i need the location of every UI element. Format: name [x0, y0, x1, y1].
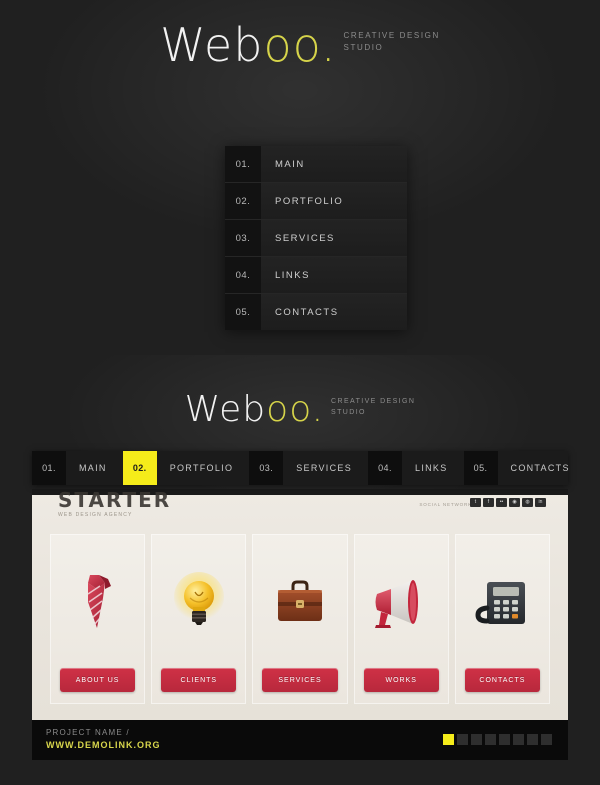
logo-tagline-line1: Creative Design [331, 398, 416, 405]
vertical-nav-label: Links [275, 269, 310, 281]
vertical-nav-number: 04. [225, 257, 261, 293]
logo-text-white: Web [184, 389, 267, 430]
logo-dot: . [311, 389, 325, 430]
horizontal-nav-item-services[interactable]: 03. Services [249, 451, 368, 485]
logo-tagline: Creative Design Studio [331, 392, 415, 419]
telephone-icon [455, 564, 550, 642]
horizontal-nav: 01. Main 02. Portfolio 03. Services 04. … [32, 451, 568, 485]
megaphone-icon [354, 564, 449, 642]
vertical-nav-number: 01. [225, 146, 261, 182]
pagination-dot-7[interactable] [527, 734, 538, 745]
preview-card-works[interactable]: Works [353, 534, 449, 704]
vertical-nav: 01. Main 02. Portfolio 03. Services 04. … [225, 146, 407, 330]
vertical-nav-label: Portfolio [275, 195, 344, 207]
horizontal-nav-label: Services [296, 463, 353, 473]
contacts-button-label: Contacts [479, 676, 526, 684]
preview-site-logo-text: STARTER [58, 489, 172, 512]
vertical-nav-label: Services [275, 232, 335, 244]
site-preview[interactable]: STARTER Web Design Agency Social Network… [32, 489, 568, 720]
about-us-button-label: About Us [75, 676, 120, 684]
twitter-icon[interactable]: t [470, 498, 481, 507]
horizontal-nav-item-contacts[interactable]: 05. Contacts [463, 451, 586, 485]
briefcase-icon [252, 564, 347, 642]
horizontal-nav-item-portfolio[interactable]: 02. Portfolio [122, 451, 250, 485]
pagination-dot-5[interactable] [499, 734, 510, 745]
pagination-dot-8[interactable] [541, 734, 552, 745]
flickr-icon[interactable]: •• [496, 498, 507, 507]
horizontal-nav-item-links[interactable]: 04. Links [368, 451, 464, 485]
vertical-nav-label: Main [275, 158, 305, 170]
vertical-nav-item-links[interactable]: 04. Links [225, 257, 407, 294]
contacts-button[interactable]: Contacts [464, 668, 541, 692]
preview-footer: Project Name / www.demolink.org [32, 720, 568, 760]
preview-site-logo: STARTER Web Design Agency [58, 490, 171, 518]
vertical-nav-item-main[interactable]: 01. Main [225, 146, 407, 183]
horizontal-nav-item-main[interactable]: 01. Main [32, 451, 123, 485]
preview-card-contacts[interactable]: Contacts [454, 534, 551, 704]
preview-header: STARTER Web Design Agency Social Network… [32, 490, 568, 519]
vertical-nav-number: 02. [225, 183, 261, 219]
horizontal-nav-number: 04. [368, 451, 403, 485]
preview-card-clients[interactable]: Clients [151, 534, 247, 704]
lightbulb-icon [151, 564, 246, 642]
pagination-dot-3[interactable] [471, 734, 482, 745]
facebook-icon[interactable]: f [483, 498, 494, 507]
template-preview-page: Weboo. Creative Design Studio 01. Main 0… [0, 0, 600, 785]
horizontal-nav-number: 05. [463, 451, 498, 485]
vertical-nav-label: Contacts [275, 306, 339, 318]
pagination-dot-1[interactable] [443, 734, 454, 745]
logo-tagline-line2: Studio [331, 408, 366, 416]
vertical-nav-number: 03. [225, 220, 261, 256]
works-button-label: Works [385, 676, 417, 684]
services-button[interactable]: Services [262, 668, 338, 692]
logo-text-white: Web [160, 18, 264, 72]
about-us-button[interactable]: About Us [60, 668, 136, 692]
logo-text-accent: oo [263, 18, 321, 72]
pagination-dot-2[interactable] [457, 734, 468, 745]
logo-tagline-line1: Creative Design [343, 31, 440, 40]
logo-tagline-line2: Studio [343, 43, 384, 53]
slider-pagination [443, 734, 552, 745]
preview-site-logo-subtitle: Web Design Agency [58, 512, 133, 518]
services-button-label: Services [278, 676, 322, 684]
rss-icon[interactable]: ◉ [509, 498, 520, 507]
clients-button-label: Clients [180, 676, 218, 684]
horizontal-nav-label: Main [79, 463, 107, 473]
logo-tagline: Creative Design Studio [344, 22, 440, 55]
vertical-nav-number: 05. [225, 294, 261, 330]
vertical-nav-item-services[interactable]: 03. Services [225, 220, 407, 257]
horizontal-nav-label: Contacts [510, 463, 570, 473]
necktie-icon [50, 564, 145, 642]
horizontal-nav-number: 01. [32, 451, 66, 485]
project-url-link[interactable]: www.demolink.org [46, 740, 161, 750]
pagination-dot-6[interactable] [513, 734, 524, 745]
logo-primary[interactable]: Weboo. Creative Design Studio [160, 22, 440, 68]
social-icon-bar: t f •• ◉ ◍ in [470, 498, 546, 507]
clients-button[interactable]: Clients [161, 668, 237, 692]
logo-wordmark: Weboo. [185, 392, 324, 428]
logo-secondary[interactable]: Weboo. Creative Design Studio [185, 392, 416, 428]
vertical-nav-item-contacts[interactable]: 05. Contacts [225, 294, 407, 330]
works-button[interactable]: Works [363, 668, 439, 692]
project-name-label: Project Name / [46, 728, 130, 737]
logo-wordmark: Weboo. [160, 22, 336, 68]
vertical-nav-item-portfolio[interactable]: 02. Portfolio [225, 183, 407, 220]
preview-card-about-us[interactable]: About Us [50, 534, 146, 704]
project-info: Project Name / www.demolink.org [46, 728, 161, 750]
horizontal-nav-number: 03. [249, 451, 284, 485]
preview-card-row: About Us [50, 534, 551, 704]
vimeo-icon[interactable]: ◍ [522, 498, 533, 507]
horizontal-nav-label: Links [415, 463, 448, 473]
horizontal-nav-label: Portfolio [169, 463, 234, 473]
social-network-label: Social Network [419, 502, 472, 507]
linkedin-icon[interactable]: in [535, 498, 546, 507]
logo-dot: . [320, 18, 337, 72]
horizontal-nav-number-active: 02. [122, 451, 157, 485]
logo-text-accent: oo [266, 389, 312, 430]
pagination-dot-4[interactable] [485, 734, 496, 745]
preview-card-services[interactable]: Services [252, 534, 348, 704]
